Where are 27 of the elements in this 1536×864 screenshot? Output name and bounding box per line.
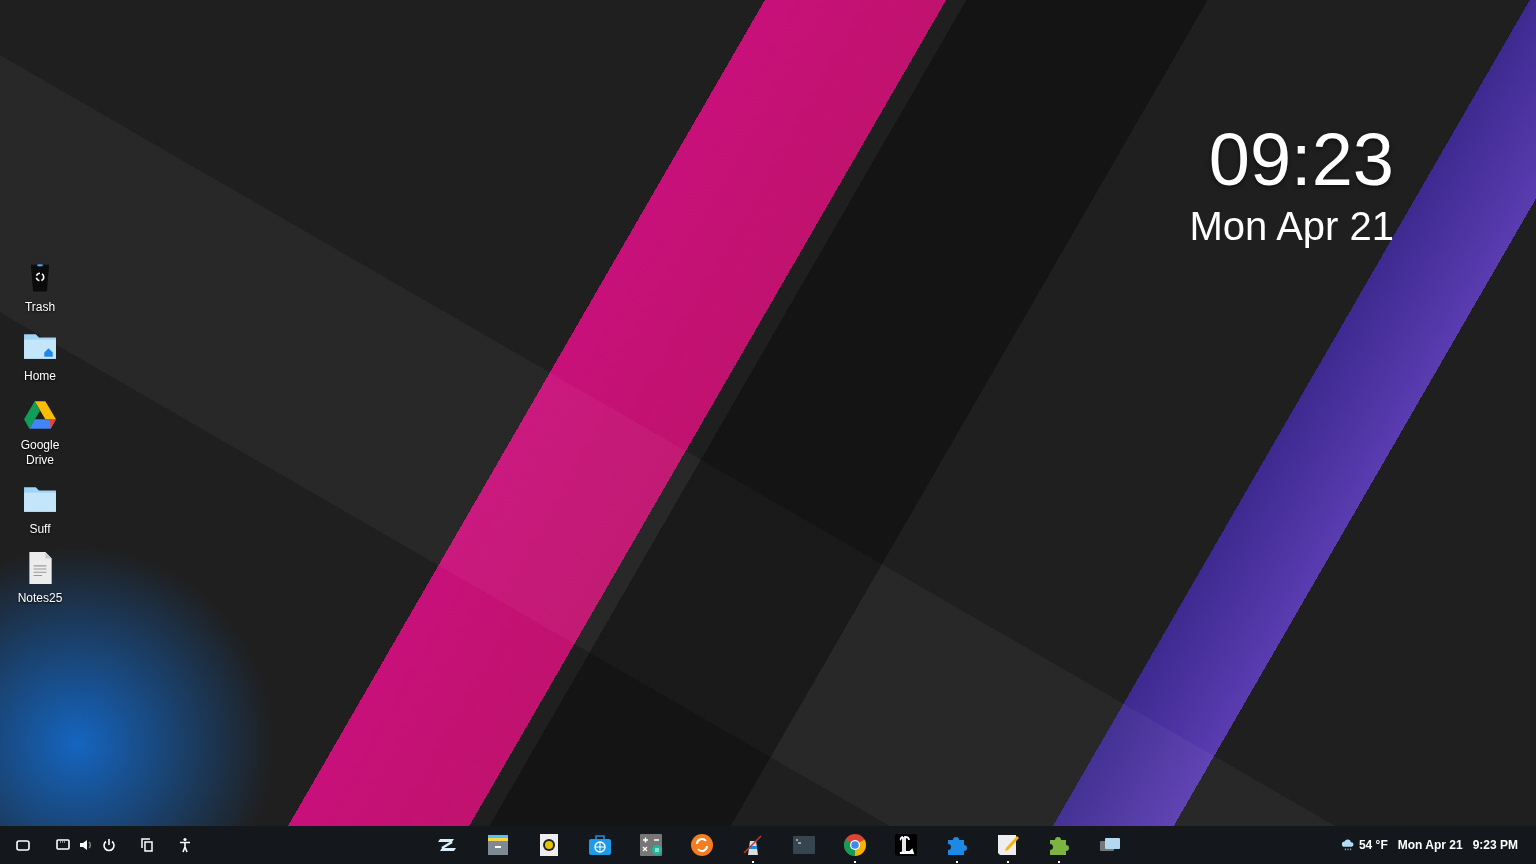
desktop-icon[interactable]: Notes25	[8, 551, 72, 606]
desktop-icon[interactable]: Google Drive	[8, 398, 72, 468]
speaker-icon[interactable]	[537, 833, 561, 857]
file-cabinet-icon[interactable]	[486, 833, 510, 857]
gothic-letter-icon[interactable]	[894, 833, 918, 857]
desktop-icon[interactable]: Home	[8, 329, 72, 384]
power-icon[interactable]	[101, 837, 117, 853]
show-desktop-icon[interactable]	[15, 837, 31, 853]
drive-icon	[23, 398, 57, 432]
shopping-bag-icon[interactable]	[588, 833, 612, 857]
taskbar-time[interactable]: 9:23 PM	[1472, 838, 1518, 852]
cloud-rain-icon[interactable]	[1340, 838, 1355, 852]
refresh-icon[interactable]	[690, 833, 714, 857]
browser-icon[interactable]	[843, 833, 867, 857]
accessibility-icon[interactable]	[177, 837, 193, 853]
clock-date: Mon Apr 21	[1189, 203, 1394, 250]
lighthouse-icon[interactable]	[741, 833, 765, 857]
desktop-icon[interactable]: Trash	[8, 260, 72, 315]
taskbar-date[interactable]: Mon Apr 21	[1397, 838, 1463, 852]
calculator-icon[interactable]	[639, 833, 663, 857]
network-icon[interactable]	[55, 837, 71, 853]
volume-icon[interactable]	[78, 837, 94, 853]
workspaces-icon[interactable]	[139, 837, 155, 853]
desktop-icon[interactable]: Suff	[8, 482, 72, 537]
clock-time: 09:23	[1208, 118, 1394, 202]
notepad-icon[interactable]	[996, 833, 1020, 857]
weather-temperature[interactable]: 54 °F	[1358, 838, 1388, 852]
